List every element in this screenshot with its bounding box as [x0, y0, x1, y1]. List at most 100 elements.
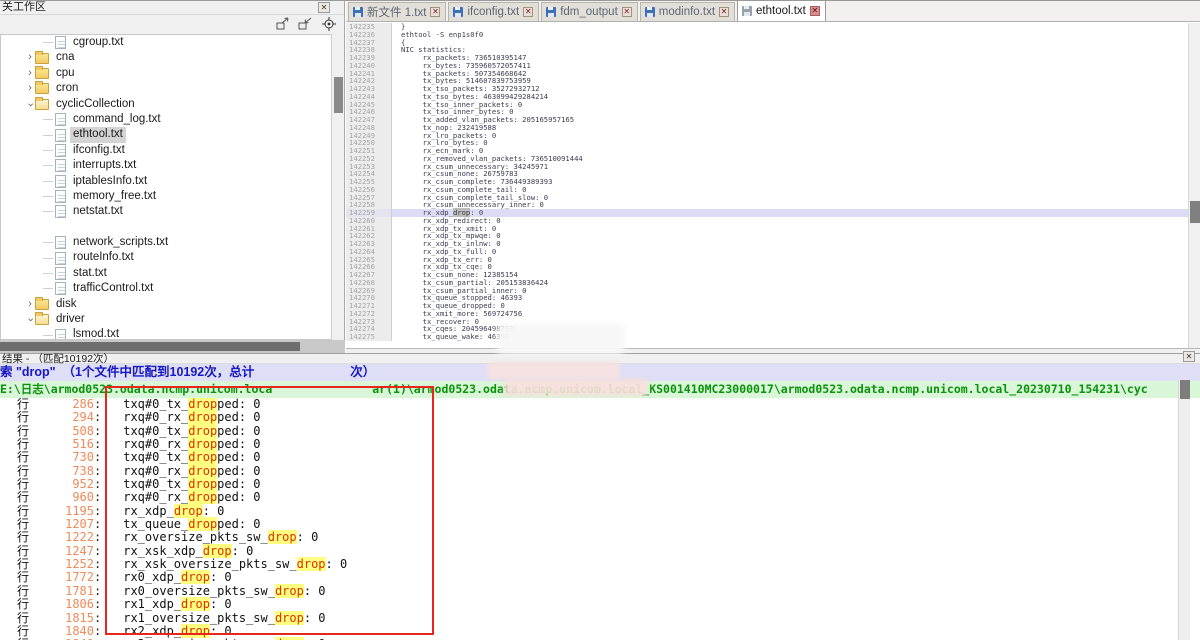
- tab-close-icon[interactable]: ✕: [622, 7, 632, 17]
- row-line-label: 行: [17, 425, 32, 438]
- results-header-text: 结果 - （匹配10192次）: [2, 353, 114, 365]
- tree-item-cgroup-txt[interactable]: cgroup.txt: [1, 35, 332, 50]
- tree-item-lsmod-txt[interactable]: lsmod.txt: [1, 327, 332, 340]
- tree-connector-line: [43, 165, 53, 166]
- tree-item-routeInfo-txt[interactable]: routeInfo.txt: [1, 250, 332, 265]
- chevron-collapsed-icon[interactable]: ›: [25, 66, 35, 81]
- row-colon: :: [94, 438, 101, 451]
- tree-item-ethtool-txt[interactable]: ethtool.txt: [1, 127, 332, 142]
- tree-item-label: ethtool.txt: [70, 127, 126, 142]
- results-vertical-scrollbar[interactable]: [1178, 380, 1190, 640]
- tree-item-ifconfig-txt[interactable]: ifconfig.txt: [1, 143, 332, 158]
- chevron-collapsed-icon[interactable]: ›: [25, 81, 35, 96]
- locate-file-icon[interactable]: [322, 17, 338, 31]
- tree-item-cron[interactable]: › cron: [1, 81, 332, 96]
- results-close-icon[interactable]: ✕: [1183, 351, 1195, 362]
- row-line-number: 1840: [32, 625, 94, 638]
- tree-vscroll-thumb[interactable]: [334, 77, 343, 113]
- results-vscroll-thumb[interactable]: [1180, 380, 1190, 399]
- tree-item-cyclicCollection[interactable]: ›cyclicCollection: [1, 97, 332, 112]
- tree-item-network-scripts-txt[interactable]: network_scripts.txt: [1, 235, 332, 250]
- file-icon: [55, 159, 66, 172]
- row-line-number: 508: [32, 425, 94, 438]
- tab--1-txt[interactable]: 新文件 1.txt✕: [348, 2, 446, 21]
- tree-connector-line: [43, 150, 53, 151]
- tree-item-cpu[interactable]: › cpu: [1, 66, 332, 81]
- tree-item-label: interrupts.txt: [70, 158, 139, 173]
- tree-item-label: cron: [53, 81, 81, 96]
- file-icon: [55, 36, 66, 49]
- tree-item-netstat-txt[interactable]: netstat.txt: [1, 204, 332, 219]
- workspace-panel: 关工作区 ✕ cgroup.txt›cna›cpu›cron›cyclicCol…: [0, 1, 345, 353]
- tree-item-driver[interactable]: ›driver: [1, 312, 332, 327]
- file-icon: [55, 252, 66, 265]
- tab-close-icon[interactable]: ✕: [523, 7, 533, 17]
- tab-label: fdm_output: [560, 6, 618, 18]
- search-summary-suffix: 次）: [350, 365, 375, 379]
- tab-fdm-output[interactable]: fdm_output ✕: [541, 2, 638, 21]
- row-line-label: 行: [17, 545, 32, 558]
- row-line-number: 1195: [32, 505, 94, 518]
- file-icon: [55, 236, 66, 249]
- row-line-number: 1222: [32, 531, 94, 544]
- tree-connector-line: [43, 258, 53, 259]
- row-line-number: 730: [32, 451, 94, 464]
- row-line-number: 1815: [32, 612, 94, 625]
- workspace-title: 关工作区: [2, 1, 46, 13]
- row-line-label: 行: [17, 505, 32, 518]
- row-colon: :: [94, 451, 101, 464]
- tree-item-cna[interactable]: › cna: [1, 50, 332, 65]
- tab-ethtool-txt[interactable]: ethtool.txt✕: [737, 0, 826, 21]
- workspace-titlebar: 关工作区 ✕: [0, 1, 344, 15]
- editor-content[interactable]: 142235}142236ethtool -S enp1s0f0142237{1…: [346, 23, 1188, 348]
- tree-item-stat-txt[interactable]: stat.txt: [1, 266, 332, 281]
- row-colon: :: [94, 478, 101, 491]
- row-colon: :: [94, 612, 101, 625]
- tree-connector-line: [43, 42, 53, 43]
- tab-close-icon[interactable]: ✕: [719, 7, 729, 17]
- line-text: tx_queue_wake: 46396: [392, 333, 509, 341]
- folder-icon: [35, 53, 49, 64]
- file-icon: [55, 205, 66, 218]
- tree-connector-line: [43, 211, 53, 212]
- row-colon: :: [94, 518, 101, 531]
- row-line-label: 行: [17, 558, 32, 571]
- tree-item-label: cgroup.txt: [70, 35, 127, 50]
- tab-close-icon[interactable]: ✕: [430, 7, 440, 17]
- tree-item-disk[interactable]: ›disk: [1, 297, 332, 312]
- row-line-number: 960: [32, 491, 94, 504]
- file-tree: cgroup.txt›cna›cpu›cron›cyclicCollection…: [0, 34, 332, 340]
- tree-vertical-scrollbar[interactable]: [331, 34, 344, 340]
- chevron-collapsed-icon[interactable]: ›: [25, 297, 35, 312]
- tree-item-label: netstat.txt: [70, 204, 126, 219]
- tree-item-memory-free-txt[interactable]: memory_free.txt: [1, 189, 332, 204]
- tab-ifconfig-txt[interactable]: ifconfig.txt✕: [448, 2, 539, 21]
- editor-vscroll-thumb[interactable]: [1190, 201, 1200, 223]
- row-colon: :: [94, 491, 101, 504]
- row-colon: :: [94, 558, 101, 571]
- tree-hscroll-thumb[interactable]: [0, 342, 300, 351]
- chevron-collapsed-icon[interactable]: ›: [25, 50, 35, 65]
- row-line-label: 行: [17, 465, 32, 478]
- search-summary-prefix: 索 "drop" （1个文件中匹配到10192次，总计: [0, 365, 254, 379]
- tab-modinfo-txt[interactable]: modinfo.txt✕: [640, 2, 735, 21]
- tree-item-interrupts-txt[interactable]: interrupts.txt: [1, 158, 332, 173]
- tree-item-label: cyclicCollection: [53, 97, 138, 112]
- row-line-label: 行: [17, 585, 32, 598]
- tree-item-label: cpu: [53, 66, 78, 81]
- tab-close-icon[interactable]: ✕: [810, 6, 820, 16]
- tree-item-label: cna: [53, 50, 78, 65]
- tree-item-command-log-txt[interactable]: command_log.txt: [1, 112, 332, 127]
- tree-item-iptablesInfo-txt[interactable]: iptablesInfo.txt: [1, 174, 332, 189]
- save-icon: [453, 7, 463, 17]
- editor-vertical-scrollbar[interactable]: [1188, 23, 1200, 348]
- tree-item-trafficControl-txt[interactable]: trafficControl.txt: [1, 281, 332, 296]
- save-icon: [742, 6, 752, 16]
- tree-horizontal-scrollbar[interactable]: [0, 340, 345, 353]
- dock-panel-icon[interactable]: [298, 17, 314, 31]
- line-number: 142275: [346, 333, 392, 341]
- editor-line: 142275 tx_queue_wake: 46396: [346, 333, 1188, 341]
- workspace-close-icon[interactable]: ✕: [318, 2, 330, 13]
- float-panel-icon[interactable]: [276, 17, 292, 31]
- file-icon: [55, 329, 66, 340]
